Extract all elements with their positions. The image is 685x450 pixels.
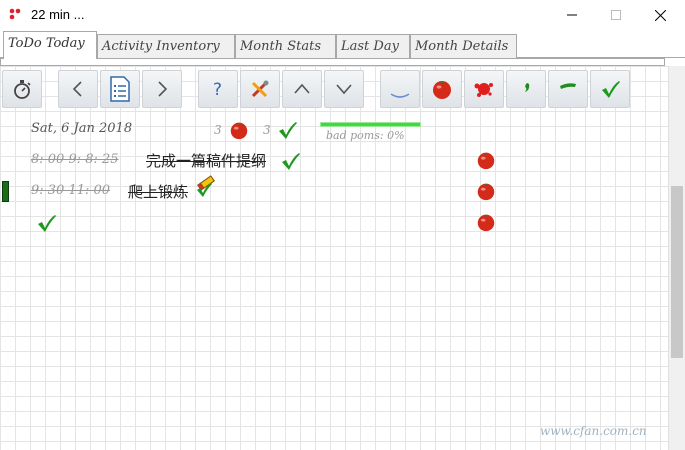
task-title[interactable]: 完成一篇稿件提纲 <box>146 150 266 171</box>
chevron-right-icon <box>158 81 168 97</box>
done-count: 3 <box>263 123 271 137</box>
tomato-icon <box>477 214 495 232</box>
close-icon <box>654 9 666 21</box>
check-icon <box>282 153 300 170</box>
stopwatch-icon <box>14 80 31 99</box>
maximize-button[interactable] <box>593 0 639 30</box>
apostrophe-icon <box>525 83 530 92</box>
tab-todo-today[interactable]: ToDo Today <box>3 31 97 59</box>
chevron-up-icon <box>294 83 310 94</box>
horizontal-scroll-strip[interactable] <box>0 58 665 66</box>
bad-poms-label: bad poms: 0% <box>326 129 405 142</box>
dash-button[interactable] <box>548 70 588 108</box>
document-list-icon <box>110 76 130 102</box>
tomato-icon <box>230 122 248 140</box>
vertical-scrollbar[interactable] <box>668 66 685 450</box>
next-button[interactable] <box>142 70 182 108</box>
move-up-button[interactable] <box>282 70 322 108</box>
help-button[interactable]: ? <box>198 70 238 108</box>
document-button[interactable] <box>100 70 140 108</box>
check-icon <box>279 122 297 139</box>
move-down-button[interactable] <box>324 70 364 108</box>
bad-poms-progress <box>320 122 421 127</box>
tab-strip: ToDo Today Activity Inventory Month Stat… <box>0 31 685 59</box>
window-title: 22 min ... <box>31 7 85 22</box>
chevron-down-icon <box>336 84 352 95</box>
task-time: 9: 30 11: 00 <box>31 183 111 198</box>
scrollbar-thumb[interactable] <box>671 186 683 358</box>
dash-icon <box>560 83 576 89</box>
current-task-marker <box>2 181 9 202</box>
current-date: Sat, 6 Jan 2018 <box>31 121 133 136</box>
minimize-button[interactable] <box>549 0 595 30</box>
tomato-icon <box>477 152 495 170</box>
check-button[interactable] <box>590 70 630 108</box>
tab-month-stats[interactable]: Month Stats <box>235 34 336 58</box>
question-icon: ? <box>213 80 222 100</box>
apostrophe-button[interactable] <box>506 70 546 108</box>
tab-month-details[interactable]: Month Details <box>410 34 517 58</box>
maximize-icon <box>611 10 621 20</box>
squashed-tomato-icon <box>474 83 493 97</box>
watermark: www.cfan.com.cn <box>540 424 647 438</box>
tomato-count: 3 <box>214 123 222 137</box>
tomato-icon <box>433 81 451 99</box>
check-icon <box>38 215 56 232</box>
tools-icon <box>251 80 269 98</box>
task-title[interactable]: 爬上锻炼 <box>128 181 188 202</box>
close-button[interactable] <box>637 0 683 30</box>
tomato-button[interactable] <box>422 70 462 108</box>
bad-poms-progress-fill <box>321 123 420 126</box>
chevron-left-icon <box>72 81 82 97</box>
tools-button[interactable] <box>240 70 280 108</box>
underline-icon <box>390 93 410 98</box>
task-time: 8: 00 9: 8: 25 <box>31 152 119 167</box>
previous-button[interactable] <box>58 70 98 108</box>
tab-last-day[interactable]: Last Day <box>336 34 410 58</box>
squashed-tomato-button[interactable] <box>464 70 504 108</box>
stopwatch-button[interactable] <box>2 70 42 108</box>
underline-button[interactable] <box>380 70 420 108</box>
minimize-icon <box>567 14 577 16</box>
svg-text:?: ? <box>213 80 222 100</box>
title-bar: 22 min ... <box>0 0 685 31</box>
check-icon <box>602 81 620 98</box>
pencil-check-icon <box>197 175 215 197</box>
tomato-icon <box>477 183 495 201</box>
app-icon <box>9 8 21 20</box>
tab-activity-inventory[interactable]: Activity Inventory <box>97 34 235 58</box>
